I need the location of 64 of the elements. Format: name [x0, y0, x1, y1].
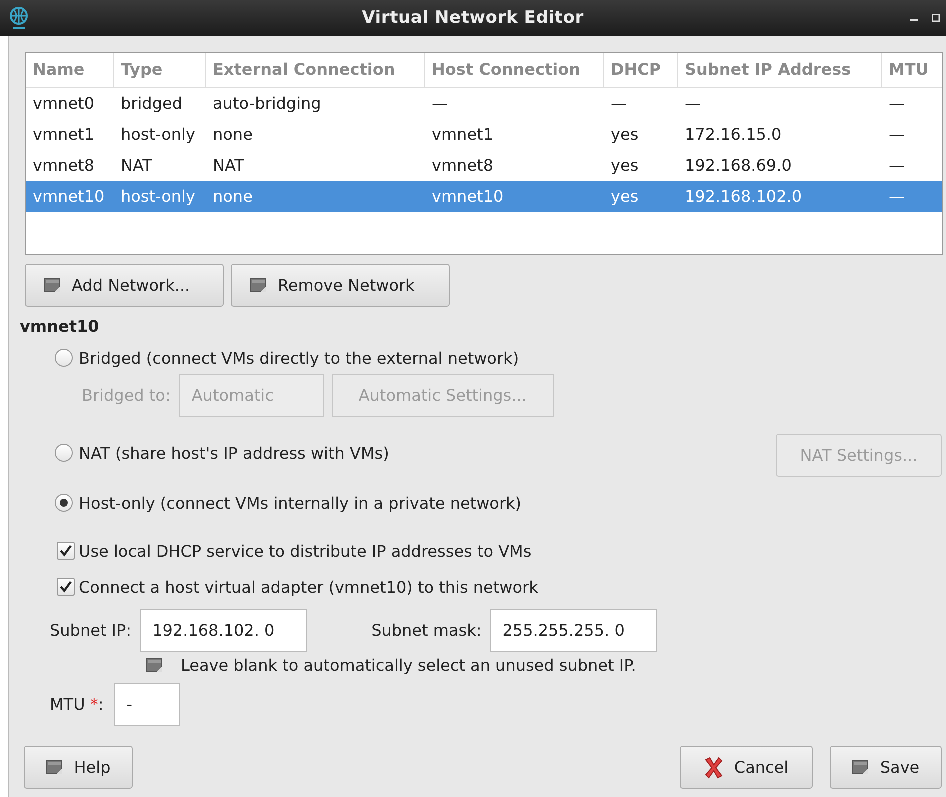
table-cell-text: — [610, 94, 628, 113]
remove-network-button[interactable]: Remove Network [231, 264, 450, 307]
placeholder-icon [44, 278, 62, 294]
radio-option[interactable]: NAT (share host's IP address with VMs) [55, 441, 390, 465]
table-cell-text: vmnet10 [32, 187, 106, 206]
section-title: vmnet10 [20, 317, 100, 336]
placeholder-icon [146, 658, 164, 674]
table-cell-text: vmnet1 [32, 125, 96, 144]
input-field[interactable]: 192.168.102. 0 [140, 609, 307, 652]
placeholder-icon [852, 760, 870, 776]
radio-button[interactable] [55, 444, 73, 462]
table-cell-text: — [431, 94, 449, 113]
checkbox-option[interactable]: Use local DHCP service to distribute IP addresses to VMs [57, 539, 946, 563]
table-cell-text: 192.168.69.0 [684, 156, 793, 175]
table-cell-text: yes [610, 125, 640, 144]
table-cell-text: yes [610, 187, 640, 206]
table-cell-text: yes [610, 156, 640, 175]
table-cell-text: 172.16.15.0 [684, 125, 783, 144]
placeholder-icon [250, 278, 268, 294]
save-button[interactable]: Save [830, 746, 942, 789]
table-cell-text: NAT [120, 156, 154, 175]
radio-button[interactable] [55, 349, 73, 367]
table-cell-text: — [684, 94, 702, 113]
checkbox[interactable] [57, 578, 75, 596]
input-field[interactable]: - [114, 683, 180, 726]
table-cell-text: vmnet0 [32, 94, 96, 113]
table-cell-text: vmnet8 [431, 156, 494, 175]
table-cell-text: host-only [120, 187, 196, 206]
maximize-icon[interactable] [932, 14, 940, 22]
radio-button[interactable] [55, 494, 73, 512]
table-cell-text: — [888, 187, 906, 206]
table-row[interactable]: vmnet8 NAT NAT vmnet8 yes 192.168.69.0 — [26, 150, 942, 181]
hint-text: Leave blank to automatically select an unused subnet IP. [181, 656, 636, 675]
add-network-button[interactable]: Add Network... [25, 264, 224, 307]
field-label: Bridged to: [82, 386, 171, 405]
radio-option[interactable]: Bridged (connect VMs directly to the external network) [55, 346, 520, 370]
x-icon [704, 756, 724, 778]
table-cell-text: NAT [212, 156, 246, 175]
table-cell-text: none [212, 187, 254, 206]
table-row[interactable]: vmnet0 bridged auto-bridging — — — — [26, 88, 942, 119]
table-cell-text: 192.168.102.0 [684, 187, 804, 206]
help-button[interactable]: Help [24, 746, 133, 789]
table-cell-text: bridged [120, 94, 184, 113]
table-cell-text: auto-bridging [212, 94, 322, 113]
placeholder-icon [46, 760, 64, 776]
input-field[interactable]: 255.255.255. 0 [490, 609, 657, 652]
table-cell-text: — [888, 156, 906, 175]
field-label: Subnet mask: [372, 621, 482, 640]
table-cell-text: — [888, 94, 906, 113]
globe-icon [8, 6, 30, 30]
table-row[interactable]: vmnet1 host-only none vmnet1 yes 172.16.15.0 — [26, 119, 942, 150]
field-label: MTU *: [50, 695, 104, 714]
checkbox[interactable] [57, 542, 75, 560]
window-title: Virtual Network Editor [362, 8, 584, 28]
radio-option[interactable]: Host-only (connect VMs internally in a private network) [55, 491, 522, 515]
field-label: Subnet IP: [50, 621, 132, 640]
table-cell-text: none [212, 125, 254, 144]
table-cell-text: vmnet1 [431, 125, 494, 144]
table-cell-text: vmnet10 [431, 187, 505, 206]
table-cell-text: vmnet8 [32, 156, 96, 175]
table-cell-text: — [888, 125, 906, 144]
checkbox-option[interactable]: Connect a host virtual adapter (vmnet10) to this network [57, 575, 946, 599]
table-cell-text: host-only [120, 125, 196, 144]
cancel-button[interactable]: Cancel [680, 746, 813, 789]
